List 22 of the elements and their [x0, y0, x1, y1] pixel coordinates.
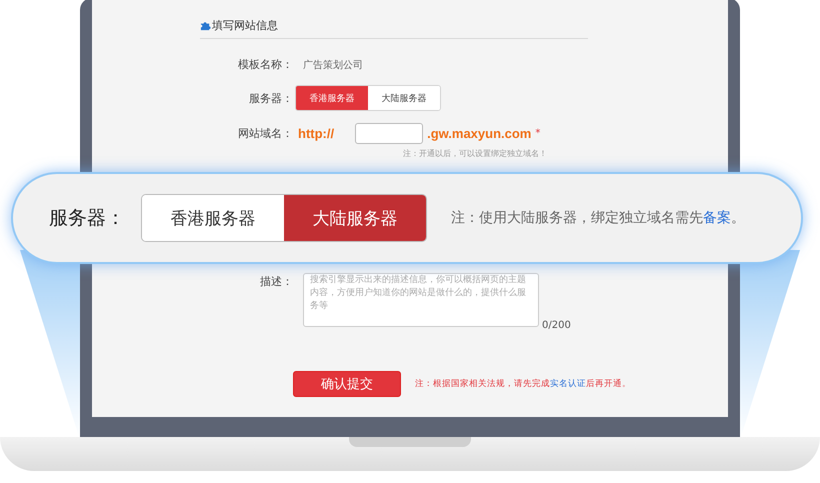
submit-button[interactable]: 确认提交 [293, 371, 401, 397]
verification-link[interactable]: 实名认证 [550, 379, 586, 389]
field-label: 网站域名： [237, 126, 293, 141]
char-counter: 0/200 [542, 320, 571, 331]
field-value: 广告策划公司 [303, 58, 363, 72]
description-field[interactable]: 搜索引擎显示出来的描述信息，你可以概括网页的主题内容，方便用户知道你的网站是做什么的，提供什么服务等 [303, 273, 539, 327]
required-mark: * [535, 128, 540, 139]
section-title: 填写网站信息 [212, 18, 278, 33]
url-prefix: http:// [298, 126, 334, 141]
field-label: 模板名称： [237, 57, 293, 72]
server-option[interactable]: 香港服务器 [296, 86, 368, 110]
domain-note: 注：开通以后，可以设置绑定独立域名！ [403, 148, 548, 159]
domain-suffix: .gw.maxyun.com [427, 126, 532, 141]
server-option[interactable]: 大陆服务器 [284, 195, 426, 241]
field-label: 服务器： [49, 206, 125, 231]
puzzle-icon [200, 20, 211, 31]
legal-note: 注：根据国家相关法规，请先完成实名认证后再开通。 [415, 378, 631, 390]
field-label: 描述： [259, 274, 293, 289]
domain-field[interactable] [355, 123, 424, 144]
field-label: 服务器： [248, 90, 293, 106]
server-note: 注：使用大陆服务器，绑定独立域名需先备案。 [451, 209, 745, 227]
filing-link[interactable]: 备案 [703, 210, 731, 226]
